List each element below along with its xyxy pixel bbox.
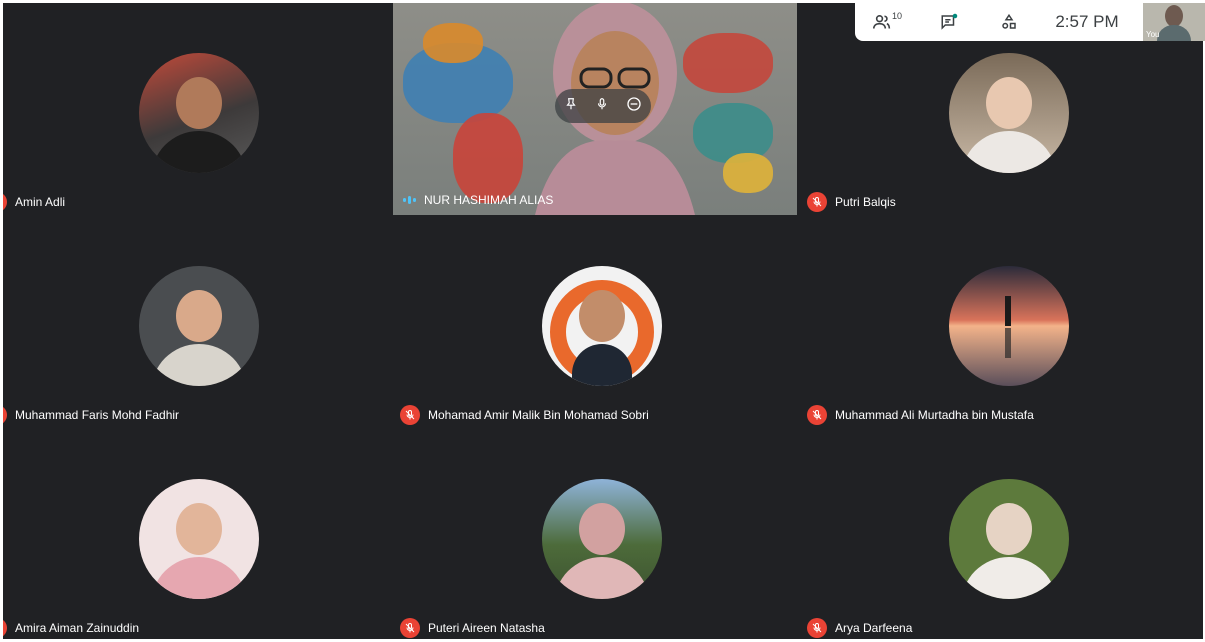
mic-icon[interactable] [595, 97, 609, 116]
pin-icon[interactable] [564, 97, 578, 116]
nameplate: Mohamad Amir Malik Bin Mohamad Sobri [400, 402, 649, 428]
participant-name: Muhammad Ali Murtadha bin Mustafa [835, 408, 1034, 422]
chat-icon [941, 13, 958, 30]
avatar [542, 479, 662, 599]
remove-icon[interactable] [626, 96, 642, 117]
mic-off-icon [400, 405, 420, 425]
clock-time: 2:57 PM [1055, 12, 1119, 31]
speaking-indicator-icon [403, 196, 416, 204]
mic-off-icon [3, 192, 7, 212]
chat-button[interactable] [919, 13, 979, 31]
activities-button[interactable] [979, 13, 1039, 31]
mic-off-icon [807, 192, 827, 212]
participant-name: Puteri Aireen Natasha [428, 621, 545, 635]
nameplate: Muhammad Ali Murtadha bin Mustafa [807, 402, 1034, 428]
nameplate: NUR HASHIMAH ALIAS [403, 193, 553, 207]
participant-tile[interactable]: Amin Adli [3, 3, 401, 215]
mic-off-icon [807, 618, 827, 638]
avatar [949, 266, 1069, 386]
mic-off-icon [807, 405, 827, 425]
avatar [139, 479, 259, 599]
mic-off-icon [3, 618, 7, 638]
meeting-topbar: 10 2:57 PM You [855, 3, 1205, 41]
participant-name: Amira Aiman Zainuddin [15, 621, 140, 635]
nameplate: Amira Aiman Zainuddin [3, 615, 139, 639]
people-icon [872, 15, 891, 29]
nameplate: Amin Adli [3, 189, 65, 215]
tile-hover-controls [555, 89, 651, 123]
participant-tile[interactable]: Amira Aiman Zainuddin [3, 429, 401, 639]
participant-tile[interactable]: Puteri Aireen Natasha [400, 429, 804, 639]
people-count: 10 [891, 11, 902, 21]
mic-off-icon [400, 618, 420, 638]
participant-name: Putri Balqis [835, 195, 896, 209]
participant-name: Mohamad Amir Malik Bin Mohamad Sobri [428, 408, 649, 422]
participant-name: Amin Adli [15, 195, 66, 209]
nameplate: Arya Darfeena [807, 615, 912, 639]
avatar [139, 53, 259, 173]
avatar [949, 479, 1069, 599]
clock: 2:57 PM [1039, 12, 1135, 32]
avatar [949, 53, 1069, 173]
participant-tile[interactable]: Mohamad Amir Malik Bin Mohamad Sobri [400, 216, 804, 428]
meeting-stage: Amin Adli NUR HASHIMAH ALIAS Putri Balqi… [3, 3, 1203, 639]
nameplate: Putri Balqis [807, 189, 896, 215]
avatar [139, 266, 259, 386]
active-speaker-tile[interactable]: NUR HASHIMAH ALIAS [393, 3, 797, 215]
speaker-video: NUR HASHIMAH ALIAS [393, 3, 797, 215]
activities-icon [1002, 13, 1016, 29]
nameplate: Puteri Aireen Natasha [400, 615, 545, 639]
participant-tile[interactable]: Muhammad Faris Mohd Fadhir [3, 216, 401, 428]
participant-tile[interactable]: Arya Darfeena [807, 429, 1203, 639]
self-label: You [1146, 30, 1160, 39]
people-button[interactable]: 10 [855, 11, 919, 31]
nameplate: Muhammad Faris Mohd Fadhir [3, 402, 179, 428]
avatar [542, 266, 662, 386]
participant-tile[interactable]: Muhammad Ali Murtadha bin Mustafa [807, 216, 1203, 428]
participant-name: NUR HASHIMAH ALIAS [424, 193, 554, 207]
self-view-thumbnail[interactable]: You [1143, 3, 1205, 41]
mic-off-icon [3, 405, 7, 425]
participant-name: Arya Darfeena [835, 621, 913, 635]
participant-name: Muhammad Faris Mohd Fadhir [15, 408, 180, 422]
